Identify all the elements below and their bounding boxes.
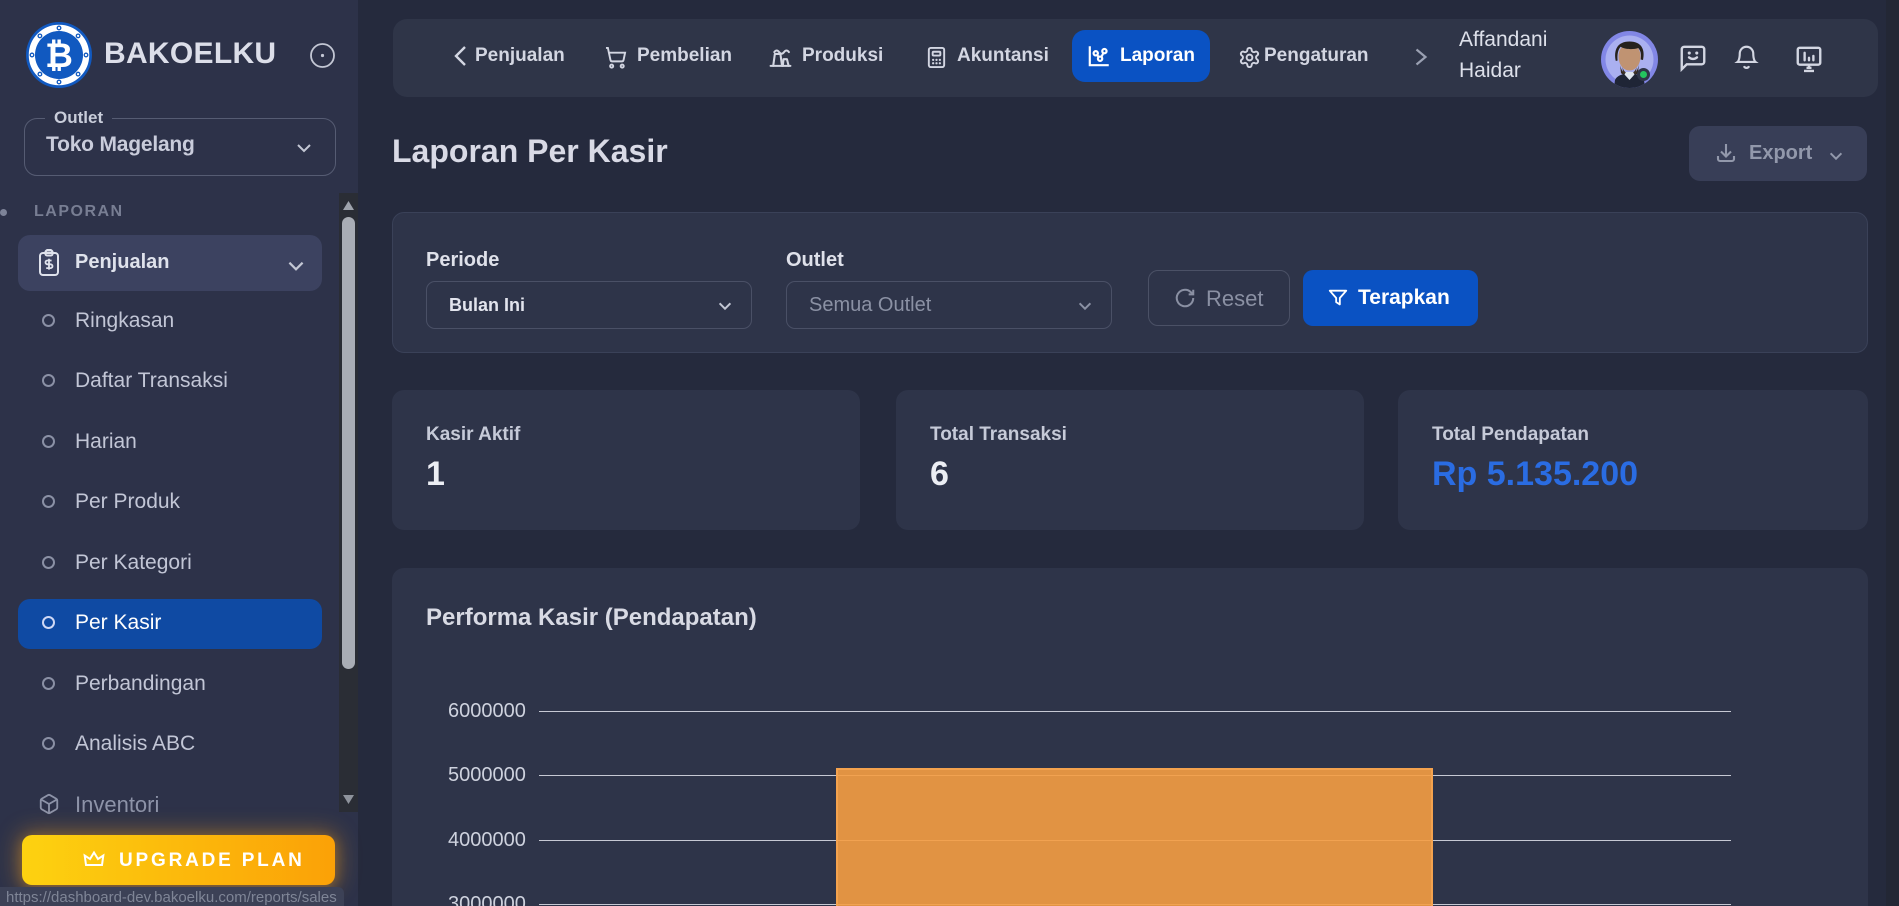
svg-text:₿: ₿ xyxy=(45,37,73,75)
